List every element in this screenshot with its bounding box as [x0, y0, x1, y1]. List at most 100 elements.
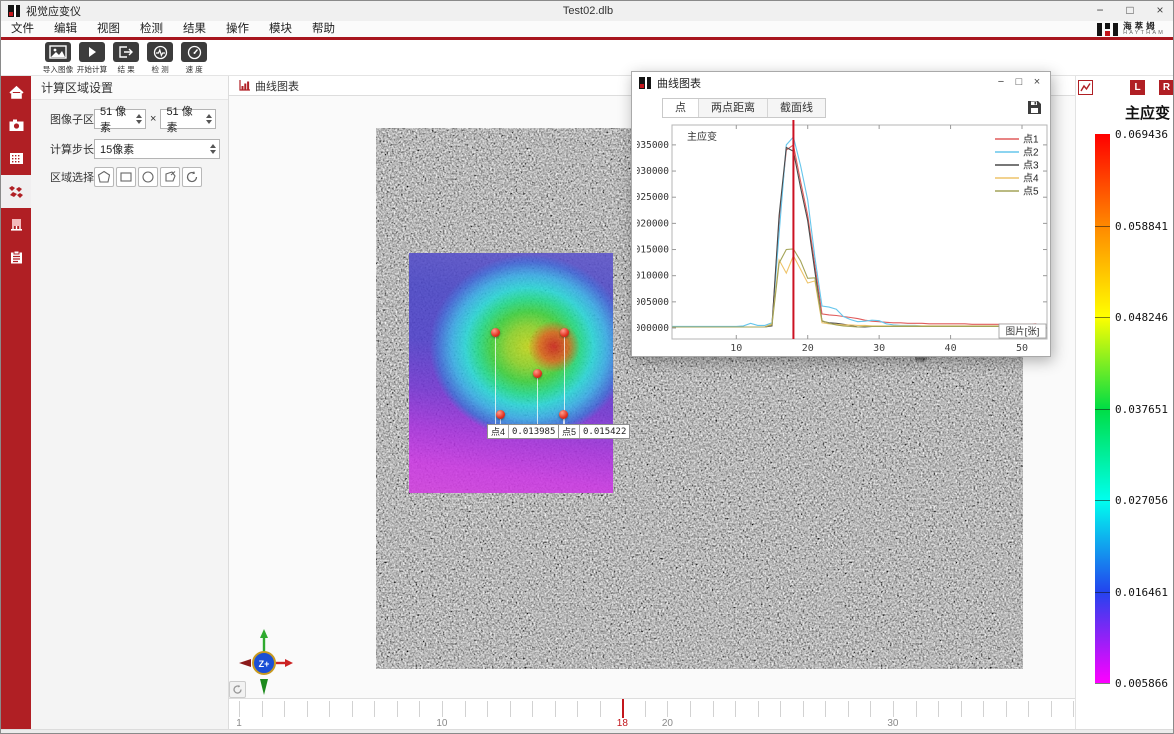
- camera-icon: [8, 117, 25, 134]
- chart-close-button[interactable]: ×: [1028, 74, 1046, 92]
- chart-xlabel: 图片[张]: [1006, 326, 1040, 338]
- menu-item-3[interactable]: 检测: [130, 21, 173, 37]
- region-polygon-edit-button[interactable]: [160, 167, 180, 187]
- colorbar-panel: L R 主应变 0.0694360.0588410.0482460.037651…: [1075, 76, 1174, 729]
- timeline-tick: [487, 701, 488, 717]
- timeline-tick: [780, 701, 781, 717]
- result-button[interactable]: 结 果: [109, 40, 143, 75]
- timeline-tick: [397, 701, 398, 717]
- timeline-tick: [870, 701, 871, 717]
- sidebar-item-report[interactable]: [1, 241, 31, 274]
- region-circle-button[interactable]: [138, 167, 158, 187]
- timeline-tick: [532, 701, 533, 717]
- chart-tabs: 点两点距离截面线: [662, 98, 826, 118]
- timeline-label-30: 30: [887, 718, 898, 729]
- chart-minimize-button[interactable]: −: [992, 74, 1010, 92]
- legend-点5: 点5: [1023, 186, 1039, 198]
- spinner-arrows-icon[interactable]: [203, 110, 215, 128]
- timeline-tick: [600, 701, 601, 717]
- point-marker-4[interactable]: [496, 410, 505, 419]
- rectangle-icon: [119, 170, 133, 184]
- point-marker-5[interactable]: [559, 410, 568, 419]
- point-marker-2[interactable]: [560, 328, 569, 337]
- subset-separator: ×: [150, 113, 156, 125]
- colorbar-value-0: 0.069436: [1115, 128, 1174, 141]
- colorbar-tick: [1095, 500, 1110, 501]
- subset-label: 图像子区: [50, 111, 94, 127]
- subset-x-spinner[interactable]: 51 像素: [94, 109, 146, 129]
- chart-tab-2[interactable]: 截面线: [768, 99, 825, 117]
- speed-button[interactable]: 速 度: [177, 40, 211, 75]
- menu-item-6[interactable]: 模块: [259, 21, 302, 37]
- svg-text:50: 50: [1016, 343, 1028, 354]
- reset-view-button[interactable]: [229, 681, 246, 698]
- menu-item-1[interactable]: 编辑: [44, 21, 87, 37]
- timeline-tick: [1006, 701, 1007, 717]
- chart-maximize-button[interactable]: □: [1010, 74, 1028, 92]
- home-icon: [8, 84, 25, 101]
- play-icon: [79, 42, 105, 62]
- timeline-tick: [352, 701, 353, 717]
- timeline-tick: [284, 701, 285, 717]
- menu-item-2[interactable]: 视图: [87, 21, 130, 37]
- sidebar-item-camera[interactable]: [1, 109, 31, 142]
- brand-logo: 海萃姆 HAYTHAM: [1097, 22, 1174, 37]
- detect-button[interactable]: 检 测: [143, 40, 177, 75]
- refresh-icon: [232, 684, 243, 695]
- step-spinner[interactable]: 15像素: [94, 139, 220, 159]
- spinner-arrows-icon[interactable]: [133, 110, 145, 128]
- left-camera-button[interactable]: L: [1130, 80, 1145, 95]
- timeline-tick: [758, 701, 759, 717]
- point-marker-3[interactable]: [533, 369, 542, 378]
- timeline-tick: [555, 701, 556, 717]
- panel-title: 计算区域设置: [31, 76, 228, 100]
- sidebar: [1, 76, 31, 729]
- colorbar-value-6: 0.005866: [1115, 677, 1174, 690]
- spinner-arrows-icon[interactable]: [207, 140, 219, 158]
- timeline-tick: [803, 701, 804, 717]
- timeline-tick: [825, 701, 826, 717]
- menu-item-7[interactable]: 帮助: [302, 21, 345, 37]
- timeline-tick: [510, 701, 511, 717]
- colorbar-value-3: 0.037651: [1115, 403, 1174, 416]
- region-rotate-button[interactable]: [182, 167, 202, 187]
- region-polygon-button[interactable]: [94, 167, 114, 187]
- chart-window-titlebar[interactable]: 曲线图表 − □ ×: [632, 72, 1050, 94]
- sidebar-item-subset-grid[interactable]: [1, 142, 31, 175]
- grid-icon: [8, 150, 25, 167]
- calc-region-panel: 计算区域设置 图像子区 51 像素 × 51 像素 计算步长 15像素 区域选择: [31, 76, 229, 729]
- bar-chart-icon: [239, 80, 250, 91]
- sidebar-item-stamp[interactable]: [1, 208, 31, 241]
- strain-heatmap-roi[interactable]: [409, 253, 613, 493]
- timeline-tick: [307, 701, 308, 717]
- curve-chart-toggle-button[interactable]: [1078, 80, 1093, 95]
- timeline-tick: [645, 701, 646, 717]
- import-image-button[interactable]: 导入图像: [41, 40, 75, 75]
- frame-timeline[interactable]: 11018203040: [229, 698, 1174, 729]
- timeline-label-10: 10: [436, 718, 447, 729]
- start-calculation-button[interactable]: 开始计算: [75, 40, 109, 75]
- menu-item-4[interactable]: 结果: [173, 21, 216, 37]
- sidebar-item-home[interactable]: [1, 76, 31, 109]
- menu-item-0[interactable]: 文件: [1, 21, 44, 37]
- point-marker-1[interactable]: [491, 328, 500, 337]
- right-camera-button[interactable]: R: [1159, 80, 1174, 95]
- chart-tab-1[interactable]: 两点距离: [699, 99, 768, 117]
- chart-window-title: 曲线图表: [657, 75, 701, 91]
- timeline-current-marker[interactable]: [622, 699, 624, 718]
- subset-y-spinner[interactable]: 51 像素: [160, 109, 216, 129]
- svg-text:40: 40: [945, 343, 957, 354]
- save-icon[interactable]: [1027, 100, 1042, 115]
- titlebar: 视觉应变仪 Test02.dlb − □ ×: [1, 1, 1174, 21]
- export-icon: [113, 42, 139, 62]
- chart-tab-0[interactable]: 点: [663, 99, 699, 117]
- timeline-tick: [690, 701, 691, 717]
- region-rectangle-button[interactable]: [116, 167, 136, 187]
- tab-curve-chart[interactable]: 曲线图表: [229, 76, 309, 95]
- speedometer-icon: [181, 42, 207, 62]
- timeline-tick: [983, 701, 984, 717]
- menu-item-5[interactable]: 操作: [216, 21, 259, 37]
- sidebar-item-strain-field[interactable]: [1, 175, 31, 208]
- brand-latin: HAYTHAM: [1123, 31, 1165, 37]
- curve-chart-window[interactable]: 曲线图表 − □ × 点两点距离截面线 0.0000000.0050000.01…: [631, 71, 1051, 357]
